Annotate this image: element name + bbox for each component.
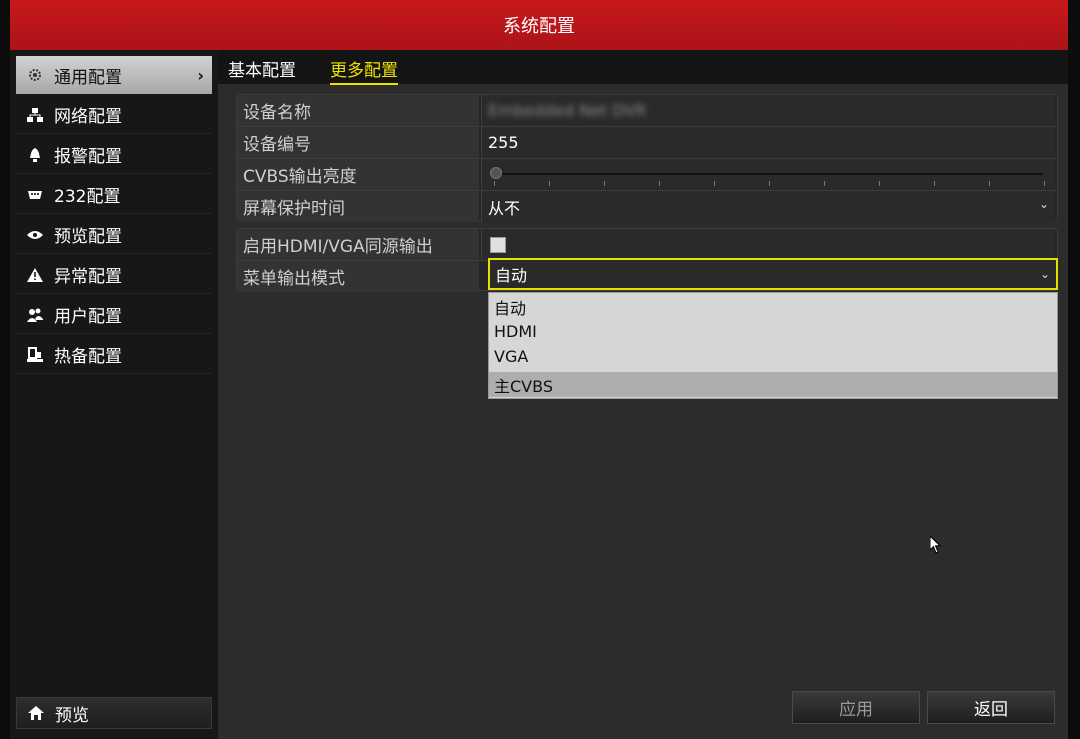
slider-tick	[714, 181, 715, 186]
apply-button[interactable]: 应用	[792, 691, 920, 724]
chevron-down-icon: ⌄	[1038, 197, 1049, 211]
sidebar-item-label: 异常配置	[54, 267, 122, 287]
screensaver-value: 从不	[488, 198, 521, 218]
tab-basic-config[interactable]: 基本配置	[228, 56, 296, 81]
preview-button-label: 预览	[55, 705, 89, 726]
sidebar-item-label: 用户配置	[54, 307, 122, 327]
back-button[interactable]: 返回	[927, 691, 1055, 724]
device-name-label: 设备名称	[237, 95, 479, 126]
tab-bar: 基本配置 更多配置	[218, 50, 1068, 85]
device-settings-group: 设备名称 Embedded Net DVR 设备编号 255 CVBS输出亮度	[236, 94, 1058, 222]
device-name-value: Embedded Net DVR	[488, 101, 647, 120]
cvbs-brightness-label: CVBS输出亮度	[237, 159, 479, 190]
option-vga[interactable]: VGA	[489, 344, 1057, 369]
device-no-value: 255	[488, 133, 519, 152]
hot-backup-icon	[24, 346, 46, 363]
device-no-field[interactable]: 255	[481, 127, 1055, 158]
slider-tick	[769, 181, 770, 186]
sidebar-item-preview-config[interactable]: 预览配置	[16, 216, 212, 254]
screensaver-row: 屏幕保护时间 从不 ⌄	[237, 191, 1057, 222]
cvbs-brightness-slider[interactable]	[481, 159, 1055, 190]
main-panel: 基本配置 更多配置 设备名称 Embedded Net DVR 设备编号 255…	[218, 50, 1068, 739]
slider-tick	[1044, 181, 1045, 186]
slider-tick	[604, 181, 605, 186]
menu-output-label: 菜单输出模式	[237, 261, 479, 292]
option-main-cvbs[interactable]: 主CVBS	[489, 372, 1057, 397]
chevron-down-icon: ⌄	[1039, 267, 1050, 281]
device-name-field[interactable]: Embedded Net DVR	[481, 95, 1055, 126]
sidebar-item-alarm[interactable]: 报警配置	[16, 136, 212, 174]
menu-output-dropdown: 自动 HDMI VGA 主CVBS	[488, 292, 1058, 399]
menu-output-select[interactable]: 自动 ⌄	[488, 258, 1058, 290]
window-title: 系统配置	[503, 16, 575, 37]
hdmi-vga-checkbox[interactable]	[490, 236, 506, 253]
sidebar-item-label: 热备配置	[54, 347, 122, 367]
sidebar-item-label: 报警配置	[54, 147, 122, 167]
option-auto[interactable]: 自动	[489, 294, 1057, 319]
slider-track	[494, 173, 1043, 175]
sidebar-item-label: 232配置	[54, 187, 121, 207]
sidebar-item-label: 预览配置	[54, 227, 122, 247]
cvbs-brightness-row: CVBS输出亮度	[237, 159, 1057, 190]
sidebar-item-label: 通用配置	[54, 67, 122, 88]
mouse-cursor-icon	[930, 536, 942, 554]
chevron-right-icon: ›	[197, 65, 204, 85]
eye-icon	[24, 230, 46, 240]
hdmi-vga-label: 启用HDMI/VGA同源输出	[237, 229, 479, 260]
menu-output-value: 自动	[495, 266, 528, 285]
sidebar-item-users[interactable]: 用户配置	[16, 296, 212, 334]
slider-tick	[934, 181, 935, 186]
sidebar-item-label: 网络配置	[54, 107, 122, 127]
system-config-window: 系统配置 通用配置 › 网络配置 报警配置 232配置 预览配置 异常配置 用户…	[10, 0, 1068, 739]
gear-icon	[24, 67, 46, 83]
tab-more-config[interactable]: 更多配置	[330, 56, 398, 85]
device-name-row: 设备名称 Embedded Net DVR	[237, 95, 1057, 126]
slider-tick	[879, 181, 880, 186]
sidebar-item-hot-backup[interactable]: 热备配置	[16, 336, 212, 374]
serial-port-icon	[24, 189, 46, 201]
home-icon	[25, 706, 47, 720]
slider-tick	[824, 181, 825, 186]
sidebar-item-exception[interactable]: 异常配置	[16, 256, 212, 294]
sidebar-item-general[interactable]: 通用配置 ›	[16, 56, 212, 94]
slider-handle[interactable]	[490, 167, 502, 179]
sidebar-item-network[interactable]: 网络配置	[16, 96, 212, 134]
users-icon	[24, 308, 46, 322]
slider-tick	[494, 181, 495, 186]
title-bar: 系统配置	[10, 0, 1068, 51]
device-no-row: 设备编号 255	[237, 127, 1057, 158]
screensaver-label: 屏幕保护时间	[237, 191, 479, 222]
sidebar: 通用配置 › 网络配置 报警配置 232配置 预览配置 异常配置 用户配置 热备…	[10, 50, 218, 739]
slider-tick	[549, 181, 550, 186]
network-icon	[24, 107, 46, 122]
screensaver-select[interactable]: 从不 ⌄	[481, 191, 1055, 222]
sidebar-item-232[interactable]: 232配置	[16, 176, 212, 214]
hdmi-vga-row: 启用HDMI/VGA同源输出	[237, 229, 1057, 260]
alarm-bell-icon	[24, 147, 46, 163]
slider-tick	[989, 181, 990, 186]
warning-icon	[24, 267, 46, 282]
slider-tick	[659, 181, 660, 186]
option-hdmi[interactable]: HDMI	[489, 319, 1057, 344]
device-no-label: 设备编号	[237, 127, 479, 158]
preview-button[interactable]: 预览	[16, 697, 212, 729]
